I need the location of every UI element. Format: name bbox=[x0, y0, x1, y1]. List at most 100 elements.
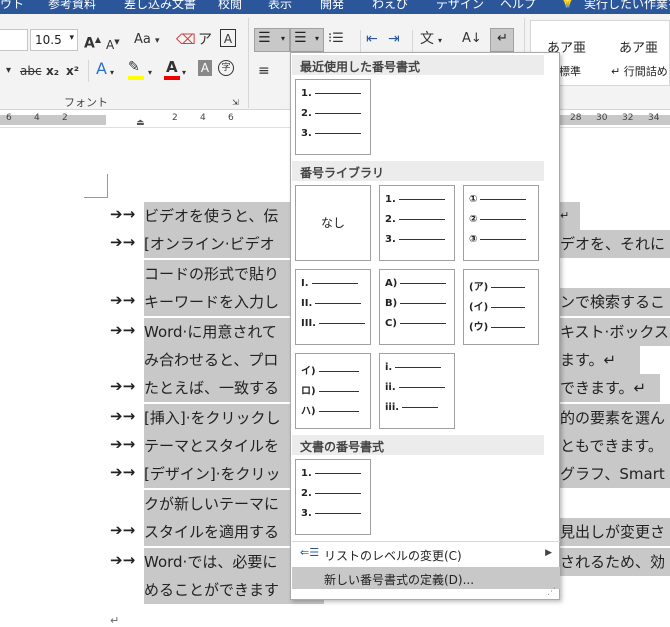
strikethrough-button[interactable]: abc bbox=[20, 62, 42, 80]
font-color-swatch bbox=[164, 76, 180, 80]
tab-developer[interactable]: 開発 bbox=[320, 0, 344, 12]
menu-item-label: リストのレベルの変更(C) bbox=[324, 549, 462, 563]
indent-marker-icon[interactable]: ⏏ bbox=[136, 118, 145, 128]
bullets-button[interactable]: ☰ ▾ bbox=[254, 28, 290, 52]
decrease-indent-icon[interactable]: ⇤ bbox=[366, 30, 378, 48]
highlighter-icon[interactable]: ✎ bbox=[128, 58, 140, 76]
enclose-char-button[interactable]: 字 bbox=[218, 60, 234, 76]
number-format-tile[interactable]: A) B) C) bbox=[379, 269, 455, 345]
tab-view[interactable]: 表示 bbox=[268, 0, 292, 12]
number-format-tile[interactable]: I. II. III. bbox=[295, 269, 371, 345]
font-group-label: フォント bbox=[64, 96, 108, 109]
pilcrow-icon: ↵ bbox=[497, 31, 508, 46]
chevron-down-icon: ▾ bbox=[315, 34, 320, 43]
format-line: 1. bbox=[301, 88, 361, 99]
tab-layout[interactable]: ウト bbox=[0, 0, 24, 12]
sort-icon[interactable]: A↓ bbox=[462, 30, 482, 48]
asian-layout-icon[interactable]: 文 bbox=[420, 30, 434, 48]
tab-mailings[interactable]: 差し込み文書 bbox=[124, 0, 196, 12]
divider bbox=[248, 18, 249, 108]
chevron-right-icon: ▶ bbox=[545, 548, 552, 558]
font-color-button[interactable]: A bbox=[166, 58, 178, 76]
tab-help[interactable]: ヘルプ bbox=[500, 0, 536, 12]
format-line: II. bbox=[301, 298, 362, 309]
divider bbox=[292, 541, 560, 542]
ruler-margin-left bbox=[0, 115, 106, 125]
list-item-continuation: クが新しいテーマに bbox=[144, 490, 294, 518]
format-line: イ) bbox=[301, 362, 359, 377]
subscript-button[interactable]: x₂ bbox=[46, 62, 59, 80]
tab-arrow-icon: ➔→ bbox=[110, 463, 136, 481]
font-size-combo[interactable]: 10.5 ▾ bbox=[30, 29, 78, 51]
increase-indent-icon[interactable]: ⇥ bbox=[388, 30, 400, 48]
format-line: ロ) bbox=[301, 382, 359, 397]
number-format-tile[interactable]: 1. 2. 3. bbox=[379, 185, 455, 261]
tab-arrow-icon: ➔→ bbox=[110, 377, 136, 395]
numbering-button[interactable]: ☰ ▾ bbox=[290, 28, 324, 52]
text-fragment: されるため、効 bbox=[560, 548, 670, 576]
style-no-spacing[interactable]: あア亜 ↵ 行間詰め bbox=[603, 23, 669, 83]
number-format-tile[interactable]: (ア) (イ) (ウ) bbox=[463, 269, 539, 345]
chevron-down-icon: ▾ bbox=[148, 68, 153, 77]
chevron-down-icon: ▾ bbox=[182, 68, 187, 77]
resize-grip-icon[interactable]: ⋰ bbox=[547, 587, 556, 597]
format-line: III. bbox=[301, 318, 365, 329]
format-line: 2. bbox=[385, 214, 445, 225]
list-item-continuation: み合わせると、プロ bbox=[144, 346, 294, 374]
change-case-button[interactable]: Aa ▾ bbox=[134, 31, 160, 50]
format-line: 1. bbox=[385, 194, 445, 205]
font-name-combo[interactable] bbox=[0, 29, 28, 51]
number-format-tile[interactable]: ① ② ③ bbox=[463, 185, 539, 261]
change-list-level-item[interactable]: ⇐☰ リストのレベルの変更(C) ▶ bbox=[292, 543, 560, 565]
list-level-icon: ⇐☰ bbox=[300, 546, 320, 559]
define-new-number-format-item[interactable]: 新しい番号書式の定義(D)... bbox=[292, 567, 560, 589]
char-border-icon[interactable]: A bbox=[220, 29, 236, 47]
text-fragment: グラフ、Smart bbox=[560, 460, 670, 488]
recent-formats-header: 最近使用した番号書式 bbox=[292, 55, 544, 75]
tab-wappy[interactable]: わえぴ bbox=[372, 0, 408, 12]
bullets-icon: ☰ bbox=[258, 30, 271, 46]
clear-formatting-icon[interactable]: ⌫ bbox=[176, 31, 196, 49]
tab-design[interactable]: デザイン bbox=[436, 0, 484, 12]
ruler-number: 34 bbox=[648, 113, 660, 123]
grow-font-button[interactable]: A▲ bbox=[84, 31, 101, 53]
style-sample: あア亜 bbox=[619, 41, 659, 56]
style-name: 標準 bbox=[559, 65, 581, 78]
multilevel-list-icon[interactable]: ⁝☰ bbox=[328, 30, 344, 48]
lightbulb-icon: 💡 bbox=[560, 0, 575, 9]
text-fragment: ます。↵ bbox=[560, 346, 640, 374]
document-formats-header: 文書の番号書式 bbox=[292, 435, 544, 455]
format-line: 3. bbox=[301, 508, 361, 519]
tab-arrow-icon: ➔→ bbox=[110, 435, 136, 453]
tab-arrow-icon: ➔→ bbox=[110, 407, 136, 425]
align-left-icon[interactable]: ≡ bbox=[258, 62, 270, 80]
none-label: なし bbox=[320, 216, 345, 230]
ruler-number: 30 bbox=[596, 113, 608, 123]
tell-me-input[interactable]: 実行したい作業を bbox=[584, 0, 670, 12]
shrink-font-button[interactable]: A▼ bbox=[106, 33, 120, 54]
number-format-tile[interactable]: i. ii. iii. bbox=[379, 353, 455, 429]
number-format-tile-none[interactable]: なし bbox=[295, 185, 371, 261]
phonetic-guide-icon[interactable]: ア bbox=[198, 31, 212, 49]
ruler-number: 6 bbox=[6, 113, 12, 123]
font-size-value: 10.5 bbox=[35, 33, 62, 47]
ruler-number: 4 bbox=[34, 113, 40, 123]
numbering-dropdown: 最近使用した番号書式 1. 2. 3. 番号ライブラリ なし 1. 2. 3. … bbox=[290, 52, 560, 600]
ruler-number: 4 bbox=[200, 113, 206, 123]
show-formatting-button[interactable]: ↵ bbox=[490, 28, 514, 52]
superscript-button[interactable]: x² bbox=[66, 62, 79, 80]
ruler-number: 32 bbox=[622, 113, 634, 123]
format-line: ii. bbox=[385, 382, 445, 393]
char-shading-button[interactable]: A bbox=[198, 60, 212, 76]
number-format-tile[interactable]: イ) ロ) ハ) bbox=[295, 353, 371, 429]
text-effects-button[interactable]: A bbox=[96, 60, 107, 78]
text-fragment: ↵ bbox=[560, 202, 580, 230]
margin-corner-mark bbox=[84, 174, 108, 198]
tab-references[interactable]: 参考資料 bbox=[48, 0, 96, 12]
tab-review[interactable]: 校閲 bbox=[218, 0, 242, 12]
format-line: ③ bbox=[469, 234, 527, 245]
number-format-tile[interactable]: 1. 2. 3. bbox=[295, 459, 371, 535]
text-fragment: ンで検索するこ bbox=[560, 288, 670, 316]
dialog-launcher-icon[interactable]: ⇲ bbox=[232, 94, 239, 112]
number-format-tile[interactable]: 1. 2. 3. bbox=[295, 79, 371, 155]
